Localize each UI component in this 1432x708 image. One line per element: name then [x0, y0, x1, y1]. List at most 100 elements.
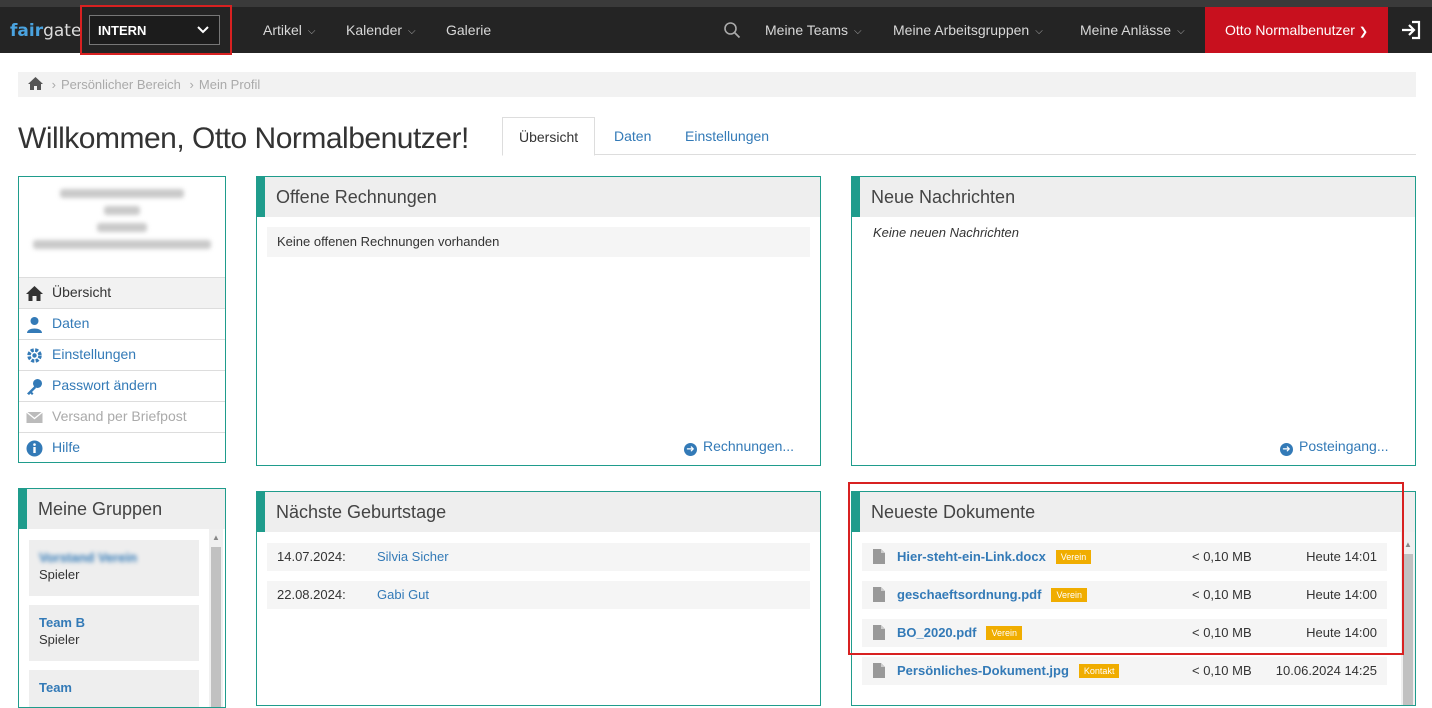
sidebar-item-daten[interactable]: Daten: [19, 308, 225, 339]
user-name: Otto Normalbenutzer: [1224, 22, 1355, 38]
document-badge: Verein: [1055, 550, 1092, 564]
nav-artikel[interactable]: Artikel ⌵: [263, 7, 316, 53]
group-card[interactable]: Vorstand Verein Spieler: [29, 540, 199, 596]
document-link[interactable]: Hier-steht-ein-Link.docx: [897, 549, 1046, 564]
context-select-value: INTERN: [98, 23, 147, 38]
arrow-circle-right-icon: ➜: [1280, 443, 1293, 456]
panel-title: Offene Rechnungen: [257, 177, 820, 217]
file-image-icon: [873, 663, 885, 678]
document-link[interactable]: geschaeftsordnung.pdf: [897, 587, 1041, 602]
document-row: geschaeftsordnung.pdf Verein < 0,10 MB He…: [862, 581, 1387, 609]
profile-info-blurred: [19, 177, 225, 277]
group-role: Spieler: [39, 632, 80, 647]
document-link[interactable]: Persönliches-Dokument.jpg: [897, 663, 1069, 678]
search-icon[interactable]: [723, 21, 741, 39]
document-size: < 0,10 MB: [1192, 663, 1252, 678]
home-icon[interactable]: [28, 77, 43, 90]
nav-kalender[interactable]: Kalender ⌵: [346, 7, 416, 53]
home-icon: [26, 286, 43, 301]
profile-tabs: Übersicht Daten Einstellungen: [502, 117, 1416, 156]
nav-meine-anlaesse[interactable]: Meine Anlässe ⌵: [1080, 7, 1185, 53]
panel-title: Meine Gruppen: [19, 489, 225, 529]
logo-text-gate: gate: [43, 21, 82, 41]
panel-title: Nächste Geburtstage: [257, 492, 820, 532]
documents-scrollbar[interactable]: ▲: [1401, 532, 1415, 705]
sidebar-item-label: Daten: [52, 315, 90, 331]
posteingang-link[interactable]: ➜ Posteingang...: [1280, 438, 1389, 456]
breadcrumb-item-current: Mein Profil: [198, 77, 261, 92]
document-row: BO_2020.pdf Verein < 0,10 MB Heute 14:00: [862, 619, 1387, 647]
chevron-down-icon: ⌵: [1177, 26, 1185, 37]
panel-offene-rechnungen: Offene Rechnungen Keine offenen Rechnung…: [256, 176, 821, 466]
breadcrumb: › Persönlicher Bereich › Mein Profil: [18, 72, 1416, 97]
document-link[interactable]: BO_2020.pdf: [897, 625, 976, 640]
logout-icon[interactable]: [1400, 19, 1422, 41]
sidebar-item-label: Hilfe: [52, 439, 81, 455]
document-size: < 0,10 MB: [1192, 549, 1252, 564]
sidebar-item-hilfe[interactable]: Hilfe: [19, 432, 225, 463]
document-badge: Verein: [986, 626, 1023, 640]
user-icon: [27, 317, 42, 333]
info-icon: [26, 440, 43, 457]
panel-naechste-geburtstage: Nächste Geburtstage 14.07.2024: Silvia Si…: [256, 491, 821, 706]
groups-scrollbar[interactable]: ▲: [209, 529, 223, 707]
birthday-date: 22.08.2024:: [277, 587, 346, 602]
logo-text-fair: fair: [10, 21, 44, 41]
birthday-row: 14.07.2024: Silvia Sicher: [267, 543, 810, 571]
empty-message: Keine offenen Rechnungen vorhanden: [267, 227, 810, 257]
sidebar-item-uebersicht[interactable]: Übersicht: [19, 277, 225, 308]
sidebar-item-label: Einstellungen: [52, 346, 137, 362]
tab-uebersicht[interactable]: Übersicht: [502, 117, 596, 156]
scroll-thumb[interactable]: [1403, 554, 1413, 705]
birthday-name-link[interactable]: Silvia Sicher: [377, 549, 449, 564]
tab-daten[interactable]: Daten: [598, 117, 667, 155]
envelope-icon: [26, 411, 43, 423]
sidebar-item-label: Passwort ändern: [52, 377, 158, 393]
chevron-down-icon: ⌵: [854, 26, 862, 37]
context-select[interactable]: INTERN: [89, 15, 220, 45]
key-icon: [27, 379, 42, 395]
file-icon: [873, 549, 885, 564]
fairgate-logo[interactable]: fairgate: [10, 21, 81, 41]
scroll-thumb[interactable]: [211, 547, 221, 707]
sidebar-item-passwort[interactable]: Passwort ändern: [19, 370, 225, 401]
document-date: Heute 14:00: [1306, 625, 1377, 640]
breadcrumb-item[interactable]: Persönlicher Bereich: [61, 77, 181, 92]
nav-galerie[interactable]: Galerie: [446, 7, 491, 53]
document-badge: Verein: [1051, 588, 1087, 602]
nav-meine-arbeitsgruppen[interactable]: Meine Arbeitsgruppen ⌵: [893, 7, 1043, 53]
panel-meine-gruppen: Meine Gruppen Vorstand Verein Spieler Te…: [18, 488, 226, 708]
scroll-up-icon[interactable]: ▲: [211, 533, 221, 543]
nav-meine-teams[interactable]: Meine Teams ⌵: [765, 7, 862, 53]
sidebar-item-briefpost: Versand per Briefpost: [19, 401, 225, 432]
page-title: Willkommen, Otto Normalbenutzer!: [18, 122, 469, 155]
document-row: Persönliches-Dokument.jpg Kontakt < 0,10 …: [862, 657, 1387, 685]
document-date: Heute 14:01: [1306, 549, 1377, 564]
panel-title: Neueste Dokumente: [852, 492, 1415, 532]
birthday-name-link[interactable]: Gabi Gut: [377, 587, 429, 602]
gear-icon: [27, 348, 42, 363]
file-pdf-icon: [873, 625, 885, 640]
group-card[interactable]: Team: [29, 670, 199, 707]
birthday-row: 22.08.2024: Gabi Gut: [267, 581, 810, 609]
arrow-circle-right-icon: ➜: [684, 443, 697, 456]
group-card[interactable]: Team B Spieler: [29, 605, 199, 661]
document-row: Hier-steht-ein-Link.docx Verein < 0,10 MB…: [862, 543, 1387, 571]
chevron-down-icon: ⌵: [307, 26, 316, 37]
group-name: Team B: [39, 615, 85, 630]
document-date: Heute 14:00: [1306, 587, 1377, 602]
scroll-up-icon[interactable]: ▲: [1403, 540, 1413, 550]
profile-sidebar: Übersicht Daten Einstellungen Passwort ä…: [18, 176, 226, 463]
chevron-down-icon: ⌵: [1035, 26, 1043, 37]
user-menu[interactable]: Otto Normalbenutzer ❯: [1205, 7, 1388, 53]
group-role: Spieler: [39, 567, 80, 582]
file-pdf-icon: [873, 587, 885, 602]
sidebar-item-einstellungen[interactable]: Einstellungen: [19, 339, 225, 370]
document-size: < 0,10 MB: [1192, 587, 1252, 602]
rechnungen-link[interactable]: ➜ Rechnungen...: [684, 438, 794, 456]
tab-einstellungen[interactable]: Einstellungen: [669, 117, 785, 155]
group-name: Team: [39, 680, 72, 695]
chevron-down-icon: ❯: [1358, 26, 1369, 38]
sidebar-item-label: Übersicht: [52, 284, 112, 300]
empty-message: Keine neuen Nachrichten: [873, 225, 1019, 240]
